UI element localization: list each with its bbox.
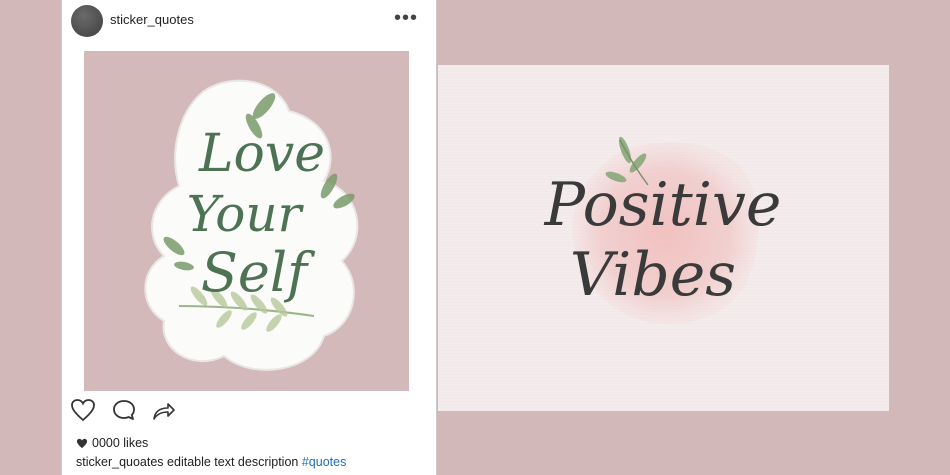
positive-vibes-card: Positive Vibes bbox=[438, 65, 889, 411]
likes-label: 0000 likes bbox=[92, 436, 149, 450]
caption-username[interactable]: sticker_quoates bbox=[76, 455, 164, 469]
like-heart-icon bbox=[76, 438, 88, 449]
card-artwork: Positive Vibes bbox=[544, 136, 782, 324]
sticker-text-line2: Your bbox=[187, 185, 305, 243]
likes-count[interactable]: 0000 likes bbox=[76, 436, 148, 450]
sticker-text-line1: Love bbox=[198, 124, 325, 184]
post-caption: sticker_quoates editable text descriptio… bbox=[76, 455, 346, 469]
card-text-line2: Vibes bbox=[570, 240, 736, 310]
love-yourself-sticker: Love Your Self bbox=[144, 79, 359, 371]
more-options-icon[interactable]: ••• bbox=[394, 8, 418, 28]
post-actions bbox=[70, 398, 210, 426]
instagram-post-card: sticker_quotes ••• Love Your Self 0000 l… bbox=[61, 0, 437, 475]
heart-icon[interactable] bbox=[70, 398, 96, 427]
card-text-line1: Positive bbox=[544, 170, 782, 240]
comment-icon[interactable] bbox=[111, 398, 137, 427]
sticker-text-line3: Self bbox=[201, 241, 315, 304]
hashtag-link[interactable]: #quotes bbox=[302, 455, 346, 469]
avatar[interactable] bbox=[71, 5, 103, 37]
caption-text: editable text description bbox=[163, 455, 302, 469]
share-icon[interactable] bbox=[150, 398, 176, 427]
post-username[interactable]: sticker_quotes bbox=[110, 12, 194, 27]
post-image: Love Your Self bbox=[84, 51, 409, 391]
